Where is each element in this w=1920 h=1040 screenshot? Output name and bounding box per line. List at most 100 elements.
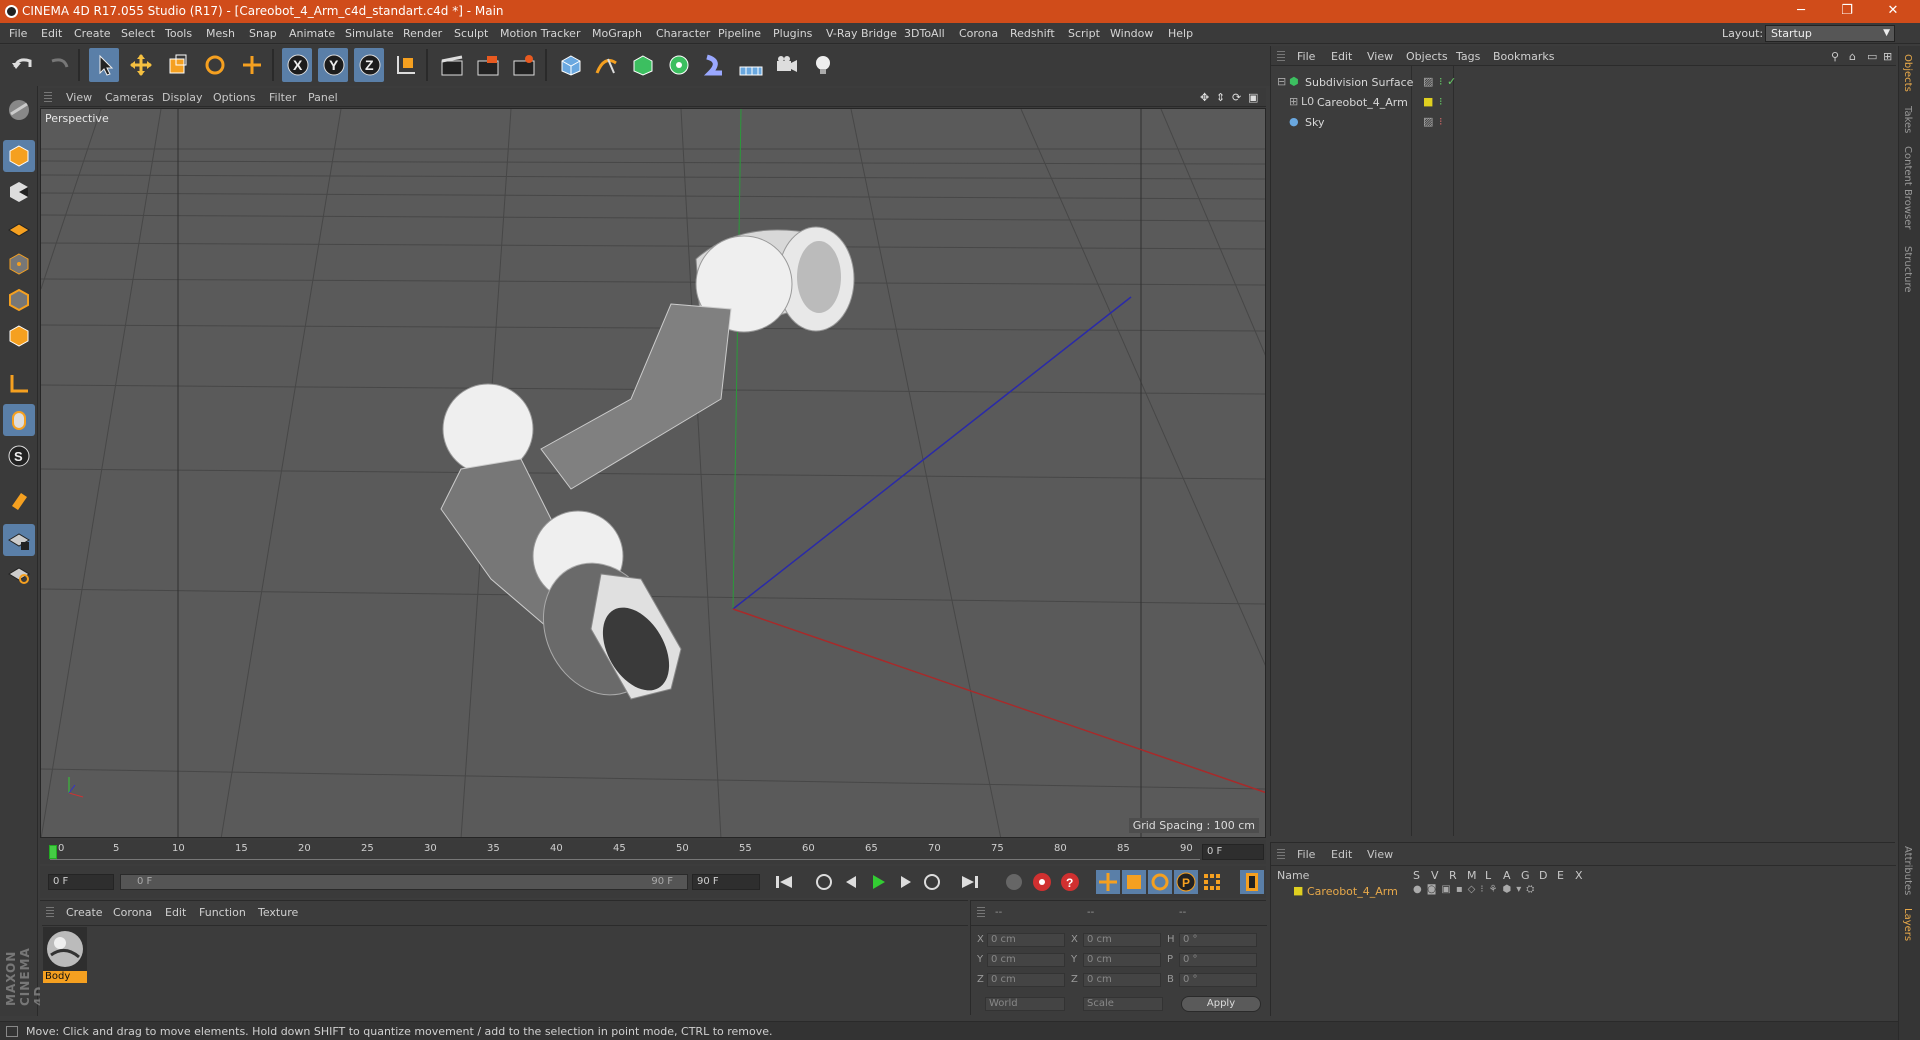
coordinate-system-button[interactable] xyxy=(390,48,420,82)
next-key-button[interactable] xyxy=(920,870,944,894)
menu-snap[interactable]: Snap xyxy=(249,27,277,40)
texture-mode-button[interactable] xyxy=(3,176,35,208)
close-button[interactable]: ✕ xyxy=(1870,0,1916,23)
object-name[interactable]: Careobot_4_Arm xyxy=(1317,96,1408,109)
drag-grip-icon[interactable] xyxy=(1277,51,1285,61)
object-name[interactable]: Sky xyxy=(1305,116,1324,129)
end-frame-field[interactable]: 90 F xyxy=(692,874,760,890)
menu-sculpt[interactable]: Sculpt xyxy=(454,27,488,40)
material-menu-edit[interactable]: Edit xyxy=(165,906,186,919)
viewport-pan-icon[interactable]: ✥ xyxy=(1200,91,1209,104)
coordinate-space-dropdown[interactable]: World xyxy=(985,997,1065,1011)
menu-create[interactable]: Create xyxy=(74,27,111,40)
material-swatch-body[interactable]: Body xyxy=(43,927,87,985)
scale-tool-button[interactable] xyxy=(162,48,192,82)
3d-viewport[interactable]: Perspective Grid Spacing : 100 cm xyxy=(40,108,1266,838)
size-z-field[interactable]: 0 cm xyxy=(1083,973,1161,987)
size-y-field[interactable]: 0 cm xyxy=(1083,953,1161,967)
light-object-button[interactable] xyxy=(807,48,837,82)
layer-tag-icon[interactable]: ▨ xyxy=(1423,75,1433,88)
floor-object-button[interactable] xyxy=(735,48,765,82)
layer-color-swatch[interactable]: ■ xyxy=(1293,884,1303,897)
key-position-button[interactable] xyxy=(1096,870,1120,894)
object-row-subdivision[interactable]: ⊟ ⬢ Subdivision Surface ▨ ⁝ ✓ xyxy=(1275,74,1895,92)
drag-grip-icon[interactable] xyxy=(977,907,985,917)
key-parameter-button[interactable]: P xyxy=(1174,870,1198,894)
menu-character[interactable]: Character xyxy=(656,27,710,40)
drag-grip-icon[interactable] xyxy=(1277,849,1285,859)
enabled-check-icon[interactable]: ✓ xyxy=(1447,75,1456,88)
layer-menu-edit[interactable]: Edit xyxy=(1331,848,1352,861)
lock-workplane-button[interactable] xyxy=(3,524,35,556)
live-selection-button[interactable] xyxy=(236,48,266,82)
objects-menu-file[interactable]: File xyxy=(1297,50,1315,63)
current-frame-field[interactable]: 0 F xyxy=(1202,844,1264,860)
new-view-icon[interactable]: ▭ xyxy=(1867,50,1877,63)
apply-button[interactable]: Apply xyxy=(1181,996,1261,1012)
material-menu-function[interactable]: Function xyxy=(199,906,246,919)
pos-x-field[interactable]: 0 cm xyxy=(987,933,1065,947)
planar-workplane-button[interactable] xyxy=(3,558,35,590)
timeline-ruler[interactable]: 0 5 10 15 20 25 30 35 40 45 50 55 60 65 … xyxy=(40,840,1266,864)
menu-vray-bridge[interactable]: V-Ray Bridge xyxy=(826,27,897,40)
key-scale-button[interactable] xyxy=(1122,870,1146,894)
layer-menu-file[interactable]: File xyxy=(1297,848,1315,861)
menu-motion-tracker[interactable]: Motion Tracker xyxy=(500,27,580,40)
tab-objects[interactable]: Objects xyxy=(1902,54,1913,92)
menu-select[interactable]: Select xyxy=(121,27,155,40)
object-row-sky[interactable]: ● Sky ▨ ⁝ xyxy=(1275,114,1895,132)
viewport-maximize-icon[interactable]: ▣ xyxy=(1248,91,1258,104)
menu-animate[interactable]: Animate xyxy=(289,27,335,40)
key-pla-button[interactable] xyxy=(1200,870,1224,894)
subdivision-surface-button[interactable] xyxy=(627,48,657,82)
menu-render[interactable]: Render xyxy=(403,27,442,40)
go-to-end-button[interactable] xyxy=(958,870,982,894)
model-mode-button[interactable] xyxy=(3,140,35,172)
minimize-button[interactable]: ─ xyxy=(1778,0,1824,23)
tab-structure[interactable]: Structure xyxy=(1902,246,1913,293)
material-menu-texture[interactable]: Texture xyxy=(258,906,298,919)
pos-y-field[interactable]: 0 cm xyxy=(987,953,1065,967)
drag-grip-icon[interactable] xyxy=(46,907,54,917)
playhead-marker[interactable] xyxy=(49,845,57,859)
viewport-menu-filter[interactable]: Filter xyxy=(269,91,296,104)
search-icon[interactable]: ⚲ xyxy=(1831,50,1839,63)
menu-simulate[interactable]: Simulate xyxy=(345,27,394,40)
snapping-button[interactable]: S xyxy=(3,440,35,472)
workplane-mode-button[interactable] xyxy=(3,212,35,244)
menu-mograph[interactable]: MoGraph xyxy=(592,27,642,40)
menu-3dtoall[interactable]: 3DToAll xyxy=(904,27,945,40)
layout-dropdown[interactable]: Startup ▼ xyxy=(1765,25,1895,42)
viewport-zoom-icon[interactable]: ⇕ xyxy=(1216,91,1225,104)
start-frame-field[interactable]: 0 F xyxy=(48,874,114,890)
size-mode-dropdown[interactable]: Scale xyxy=(1083,997,1163,1011)
pos-z-field[interactable]: 0 cm xyxy=(987,973,1065,987)
spline-pen-button[interactable] xyxy=(591,48,621,82)
layer-toggle-icons[interactable]: ●◙▣▪◇⁝⚘⬢▾⛭ xyxy=(1413,884,1539,895)
timeline-window-button[interactable] xyxy=(1240,870,1264,894)
layer-menu-view[interactable]: View xyxy=(1367,848,1393,861)
mograph-cloner-button[interactable] xyxy=(663,48,693,82)
camera-object-button[interactable] xyxy=(771,48,801,82)
menu-redshift[interactable]: Redshift xyxy=(1010,27,1055,40)
expand-icon[interactable]: ⊞ xyxy=(1883,50,1892,63)
viewport-menu-panel[interactable]: Panel xyxy=(308,91,338,104)
menu-script[interactable]: Script xyxy=(1068,27,1100,40)
undo-button[interactable] xyxy=(7,48,37,82)
previous-frame-button[interactable] xyxy=(840,870,864,894)
render-picture-viewer-button[interactable] xyxy=(472,48,502,82)
viewport-menu-view[interactable]: View xyxy=(66,91,92,104)
autokeying-button[interactable]: ? xyxy=(1058,870,1082,894)
expand-icon[interactable]: ⊞ xyxy=(1289,95,1298,108)
tab-attributes[interactable]: Attributes xyxy=(1902,846,1913,895)
menu-help[interactable]: Help xyxy=(1168,27,1193,40)
viewport-menu-options[interactable]: Options xyxy=(213,91,255,104)
rot-b-field[interactable]: 0 ° xyxy=(1179,973,1257,987)
menu-corona[interactable]: Corona xyxy=(959,27,998,40)
layer-color-swatch[interactable]: ■ xyxy=(1423,95,1433,108)
tab-content-browser[interactable]: Content Browser xyxy=(1902,146,1913,229)
objects-menu-bookmarks[interactable]: Bookmarks xyxy=(1493,50,1554,63)
viewport-menu-display[interactable]: Display xyxy=(162,91,203,104)
menu-pipeline[interactable]: Pipeline xyxy=(718,27,761,40)
rotate-tool-button[interactable] xyxy=(199,48,229,82)
